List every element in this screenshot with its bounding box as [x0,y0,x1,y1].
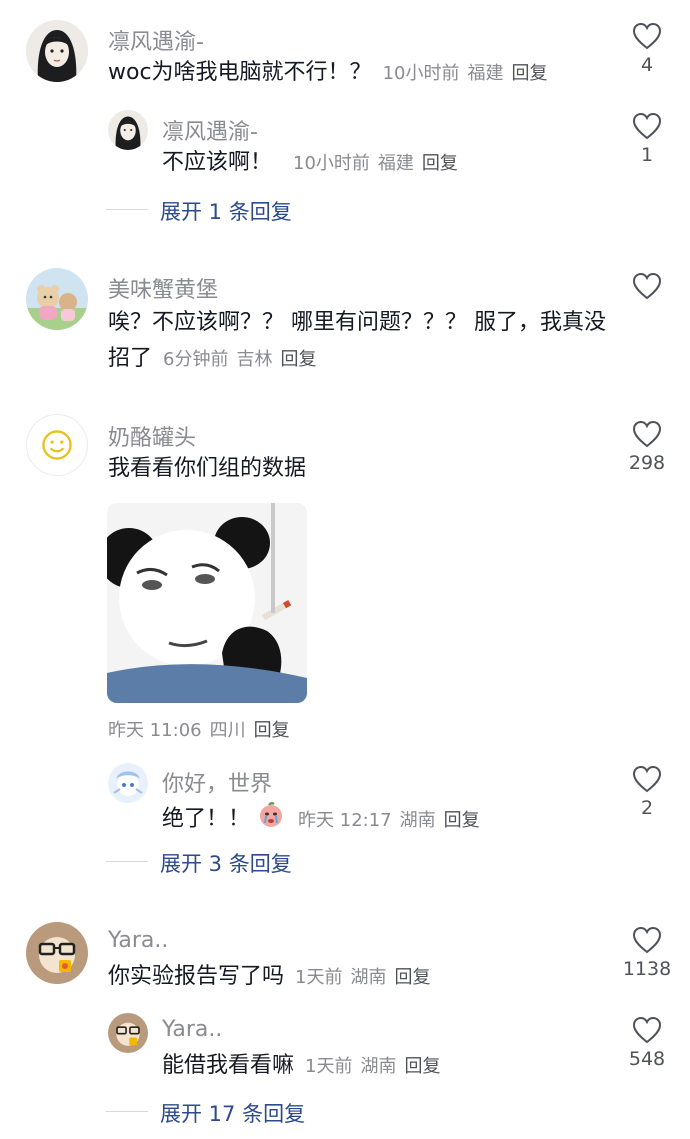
reply-meta: 昨天 12:17 湖南 回复 [298,810,480,831]
like-button[interactable]: 548 [617,1016,677,1072]
expand-divider [106,209,148,210]
comment-time: 昨天 11:06 [108,720,202,741]
reply-avatar[interactable] [108,110,148,150]
comment-location: 福建 [467,63,504,84]
like-count: 4 [640,54,654,76]
comment-meta: 10小时前 福建 回复 [383,63,548,84]
reply-avatar[interactable] [108,1013,148,1053]
comment-body: 招了 [108,346,153,371]
reply-body: 绝了！！ [162,806,251,832]
like-button[interactable] [617,272,677,328]
reply-button[interactable]: 回复 [280,349,316,370]
heart-outline-icon [632,765,662,793]
comment-username[interactable]: 奶酪罐头 [108,420,196,452]
comment-location: 四川 [209,720,246,741]
expand-replies-button[interactable]: 展开 3 条回复 [160,848,292,878]
reply-button[interactable]: 回复 [404,1056,440,1077]
like-count: 298 [628,452,666,474]
like-count: 1 [640,144,654,166]
user-avatar[interactable] [26,922,88,984]
comment-body: 你实验报告写了吗 [108,964,285,989]
crying-peach-emoji-icon [257,801,285,838]
like-button[interactable]: 298 [617,420,677,476]
heart-outline-icon [632,926,662,954]
reply-username[interactable]: Yara.. [162,1017,222,1042]
expand-replies-button[interactable]: 展开 17 条回复 [160,1098,305,1128]
comment-location: 吉林 [236,349,273,370]
comment-time: 1天前 [295,967,343,988]
comment-text: 你实验报告写了吗 1天前 湖南 回复 [108,962,430,993]
like-button[interactable]: 2 [617,765,677,821]
like-button[interactable]: 4 [617,22,677,78]
reply-location: 湖南 [360,1056,397,1077]
reply-button[interactable]: 回复 [254,720,290,741]
expand-divider [106,1111,148,1112]
like-count: 1138 [622,958,672,980]
like-button[interactable]: 1138 [617,926,677,982]
comment-time: 6分钟前 [163,349,229,370]
like-count: 2 [640,797,654,819]
reply-username[interactable]: 你好，世界 [162,766,272,798]
comment-image-sticker[interactable] [107,503,307,703]
reply-body: 能借我看看嘛 [162,1053,295,1078]
comment-list: 凛风遇渝- woc为啥我电脑就不行！？ 10小时前 福建 回复 4 凛风遇渝- 不应… [0,0,690,1139]
comment-location: 湖南 [350,967,387,988]
reply-text: 能借我看看嘛 1天前 湖南 回复 [162,1051,440,1082]
like-count [617,304,677,328]
like-count: 548 [628,1048,666,1070]
reply-button[interactable]: 回复 [422,153,458,174]
heart-outline-icon [632,272,662,300]
like-button[interactable]: 1 [617,112,677,168]
reply-time: 1天前 [305,1056,353,1077]
reply-meta: 10小时前 福建 回复 [293,153,458,174]
reply-button[interactable]: 回复 [511,63,547,84]
reply-meta: 1天前 湖南 回复 [305,1056,440,1077]
heart-outline-icon [632,420,662,448]
comment-meta: 昨天 11:06 四川 回复 [108,716,290,742]
comment-username[interactable]: 凛风遇渝- [108,24,204,56]
comment-text: 我看看你们组的数据 [108,456,307,481]
heart-outline-icon [632,1016,662,1044]
reply-username[interactable]: 凛风遇渝- [162,114,258,146]
comment-text: woc为啥我电脑就不行！？ 10小时前 福建 回复 [108,58,547,89]
reply-location: 湖南 [399,809,436,831]
reply-button[interactable]: 回复 [444,810,480,831]
comment-text: 唉？不应该啊？？ 哪里有问题？？？ 服了，我真没 [108,310,606,335]
reply-location: 福建 [377,153,414,174]
reply-avatar[interactable] [108,763,148,803]
reply-text: 绝了！！ 昨天 12:17 湖南 回复 [162,801,480,838]
comment-time: 10小时前 [382,63,460,84]
comment-username[interactable]: 美味蟹黄堡 [108,272,218,304]
heart-outline-icon [632,112,662,140]
comment-body: woc为啥我电脑就不行！？ [108,60,372,85]
reply-time: 10小时前 [293,153,370,174]
reply-button[interactable]: 回复 [394,967,430,988]
user-avatar[interactable] [26,20,88,82]
comment-meta: 1天前 湖南 回复 [295,967,430,988]
expand-divider [106,861,148,862]
reply-text: 不应该啊！ 10小时前 福建 回复 [162,148,458,179]
reply-time: 昨天 12:17 [298,809,392,831]
comment-username[interactable]: Yara.. [108,928,168,953]
comment-text-line2: 招了 6分钟前 吉林 回复 [108,344,316,375]
user-avatar[interactable] [26,414,88,476]
comment-meta: 6分钟前 吉林 回复 [163,349,316,370]
expand-replies-button[interactable]: 展开 1 条回复 [160,196,292,226]
user-avatar[interactable] [26,268,88,330]
heart-outline-icon [632,22,662,50]
reply-body: 不应该啊！ [162,150,273,175]
